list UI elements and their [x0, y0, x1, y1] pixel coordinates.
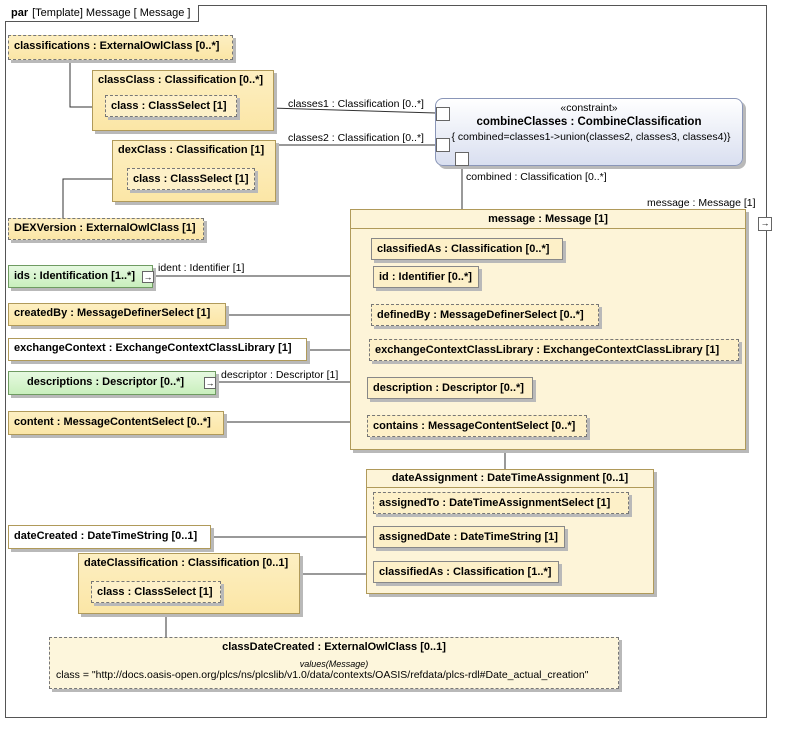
message-exchangecontextclasslibrary-part[interactable]: exchangeContextClassLibrary : ExchangeCo… [369, 339, 739, 361]
dexclass-block[interactable]: dexClass : Classification [1] class : Cl… [112, 140, 276, 202]
constraint-port-classes2[interactable] [436, 138, 450, 152]
message-contains-part[interactable]: contains : MessageContentSelect [0..*] [367, 415, 587, 437]
classdatecreated-values-heading: values(Message) [299, 659, 369, 669]
constraint-stereotype: «constraint» [560, 102, 618, 114]
dexclass-label: dexClass : Classification [1] [118, 144, 265, 156]
message-block[interactable]: message : Message [1] classifiedAs : Cla… [350, 209, 746, 450]
dexversion-label: DEXVersion : ExternalOwlClass [1] [14, 222, 196, 234]
constraint-port-combined[interactable] [455, 152, 469, 166]
createdby-label: createdBy : MessageDefinerSelect [1] [14, 307, 211, 319]
classifications-block[interactable]: classifications : ExternalOwlClass [0..*… [8, 35, 233, 60]
descriptions-label: descriptions : Descriptor [0..*] [27, 376, 185, 388]
dateclassification-class-part[interactable]: class : ClassSelect [1] [91, 581, 221, 603]
dateassignment-assigneddate-part[interactable]: assignedDate : DateTimeString [1] [373, 526, 565, 548]
edge-label-message: message : Message [1] [647, 197, 756, 209]
classclass-class-part[interactable]: class : ClassSelect [1] [105, 95, 237, 117]
datecreated-block[interactable]: dateCreated : DateTimeString [0..1] [8, 525, 211, 549]
classdatecreated-value: class = "http://docs.oasis-open.org/plcs… [56, 669, 589, 681]
message-description-part[interactable]: description : Descriptor [0..*] [367, 377, 533, 399]
descriptions-port-icon[interactable]: → [204, 377, 216, 389]
constraint-port-classes1[interactable] [436, 107, 450, 121]
ids-label: ids : Identification [1..*] [14, 270, 136, 282]
edge-label-classes2: classes2 : Classification [0..*] [288, 132, 424, 144]
descriptions-block[interactable]: descriptions : Descriptor [0..*] [8, 371, 216, 395]
classdatecreated-label: classDateCreated : ExternalOwlClass [0..… [222, 641, 446, 653]
message-title: message : Message [1] [351, 210, 745, 229]
datecreated-label: dateCreated : DateTimeString [0..1] [14, 530, 198, 542]
classclass-block[interactable]: classClass : Classification [0..*] class… [92, 70, 274, 131]
dexclass-class-part[interactable]: class : ClassSelect [1] [127, 168, 255, 190]
edge-label-combined: combined : Classification [0..*] [466, 171, 607, 183]
constraint-name: combineClasses : CombineClassification [476, 116, 702, 128]
message-classifiedas-part[interactable]: classifiedAs : Classification [0..*] [371, 238, 563, 260]
classifications-label: classifications : ExternalOwlClass [0..*… [14, 40, 220, 52]
ids-port-icon[interactable]: → [142, 271, 154, 283]
createdby-block[interactable]: createdBy : MessageDefinerSelect [1] [8, 303, 226, 326]
message-definedby-part[interactable]: definedBy : MessageDefinerSelect [0..*] [371, 304, 599, 326]
classdatecreated-block[interactable]: classDateCreated : ExternalOwlClass [0..… [49, 637, 619, 689]
message-id-part[interactable]: id : Identifier [0..*] [373, 266, 479, 288]
classclass-label: classClass : Classification [0..*] [98, 74, 264, 86]
constraint-expression: { combined=classes1->union(classes2, cla… [451, 131, 731, 143]
dateassignment-classifiedas-part[interactable]: classifiedAs : Classification [1..*] [373, 561, 559, 583]
combineclasses-constraint[interactable]: «constraint» combineClasses : CombineCla… [435, 98, 743, 166]
edge-label-descriptor: descriptor : Descriptor [1] [221, 369, 339, 381]
dateclassification-label: dateClassification : Classification [0..… [84, 557, 289, 569]
ids-block[interactable]: ids : Identification [1..*] [8, 265, 153, 288]
dateclassification-block[interactable]: dateClassification : Classification [0..… [78, 553, 300, 614]
exchangecontext-label: exchangeContext : ExchangeContextClassLi… [14, 342, 292, 354]
dateassignment-assignedto-part[interactable]: assignedTo : DateTimeAssignmentSelect [1… [373, 492, 629, 514]
edge-label-ident: ident : Identifier [1] [158, 262, 245, 274]
message-port-icon[interactable]: → [758, 217, 772, 231]
edge-label-classes1: classes1 : Classification [0..*] [288, 98, 424, 110]
dateassignment-title: dateAssignment : DateTimeAssignment [0..… [367, 470, 653, 488]
dexversion-block[interactable]: DEXVersion : ExternalOwlClass [1] [8, 218, 204, 240]
content-label: content : MessageContentSelect [0..*] [14, 416, 211, 428]
exchangecontext-block[interactable]: exchangeContext : ExchangeContextClassLi… [8, 338, 307, 361]
dateassignment-block[interactable]: dateAssignment : DateTimeAssignment [0..… [366, 469, 654, 594]
content-block[interactable]: content : MessageContentSelect [0..*] [8, 411, 224, 435]
